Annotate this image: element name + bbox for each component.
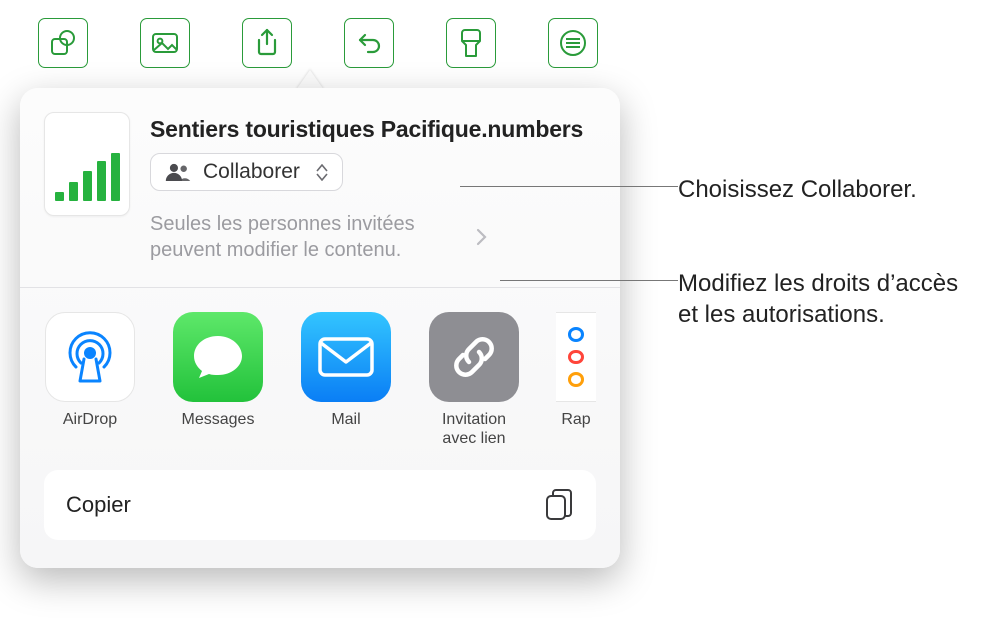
airdrop-icon [45, 312, 135, 402]
app-toolbar [8, 8, 648, 78]
people-icon [165, 162, 191, 182]
messages-icon [173, 312, 263, 402]
copy-label: Copier [66, 492, 131, 518]
mail-icon [301, 312, 391, 402]
app-label: Invitation avec lien [428, 410, 520, 448]
toolbar-share-button[interactable] [242, 18, 292, 68]
toolbar-media-button[interactable] [140, 18, 190, 68]
permission-description: Seules les personnes invitées peuvent mo… [150, 211, 470, 263]
document-title: Sentiers touristiques Pacifique.numbers [150, 112, 596, 153]
chevron-right-icon [476, 228, 488, 246]
app-mail[interactable]: Mail [300, 312, 392, 448]
app-label: Mail [331, 410, 360, 429]
chart-glyph-icon [55, 153, 120, 201]
toolbar-format-button[interactable] [446, 18, 496, 68]
share-sheet-popover: Sentiers touristiques Pacifique.numbers … [20, 88, 620, 568]
permission-settings-button[interactable]: Seules les personnes invitées peuvent mo… [150, 211, 596, 263]
toolbar-more-button[interactable] [548, 18, 598, 68]
document-thumbnail [44, 112, 130, 216]
toolbar-shapes-button[interactable] [38, 18, 88, 68]
app-airdrop[interactable]: AirDrop [44, 312, 136, 448]
share-apps-row: AirDrop Messages Mail [20, 288, 620, 470]
app-label: Rap [561, 410, 590, 429]
app-invite-link[interactable]: Invitation avec lien [428, 312, 520, 448]
app-messages[interactable]: Messages [172, 312, 264, 448]
collaborate-label: Collaborer [203, 160, 300, 184]
copy-icon [544, 488, 574, 522]
callout-change-permissions: Modifiez les droits d’accès et les autor… [678, 268, 978, 330]
app-label: Messages [182, 410, 255, 429]
callout-choose-collaborate: Choisissez Collaborer. [678, 174, 917, 205]
dropdown-caret-icon [316, 164, 328, 181]
toolbar-undo-button[interactable] [344, 18, 394, 68]
reminders-icon [556, 312, 596, 402]
copy-action[interactable]: Copier [44, 470, 596, 540]
app-label: AirDrop [63, 410, 117, 429]
app-reminders[interactable]: Rap [556, 312, 596, 448]
collaborate-dropdown[interactable]: Collaborer [150, 153, 343, 191]
link-icon [429, 312, 519, 402]
